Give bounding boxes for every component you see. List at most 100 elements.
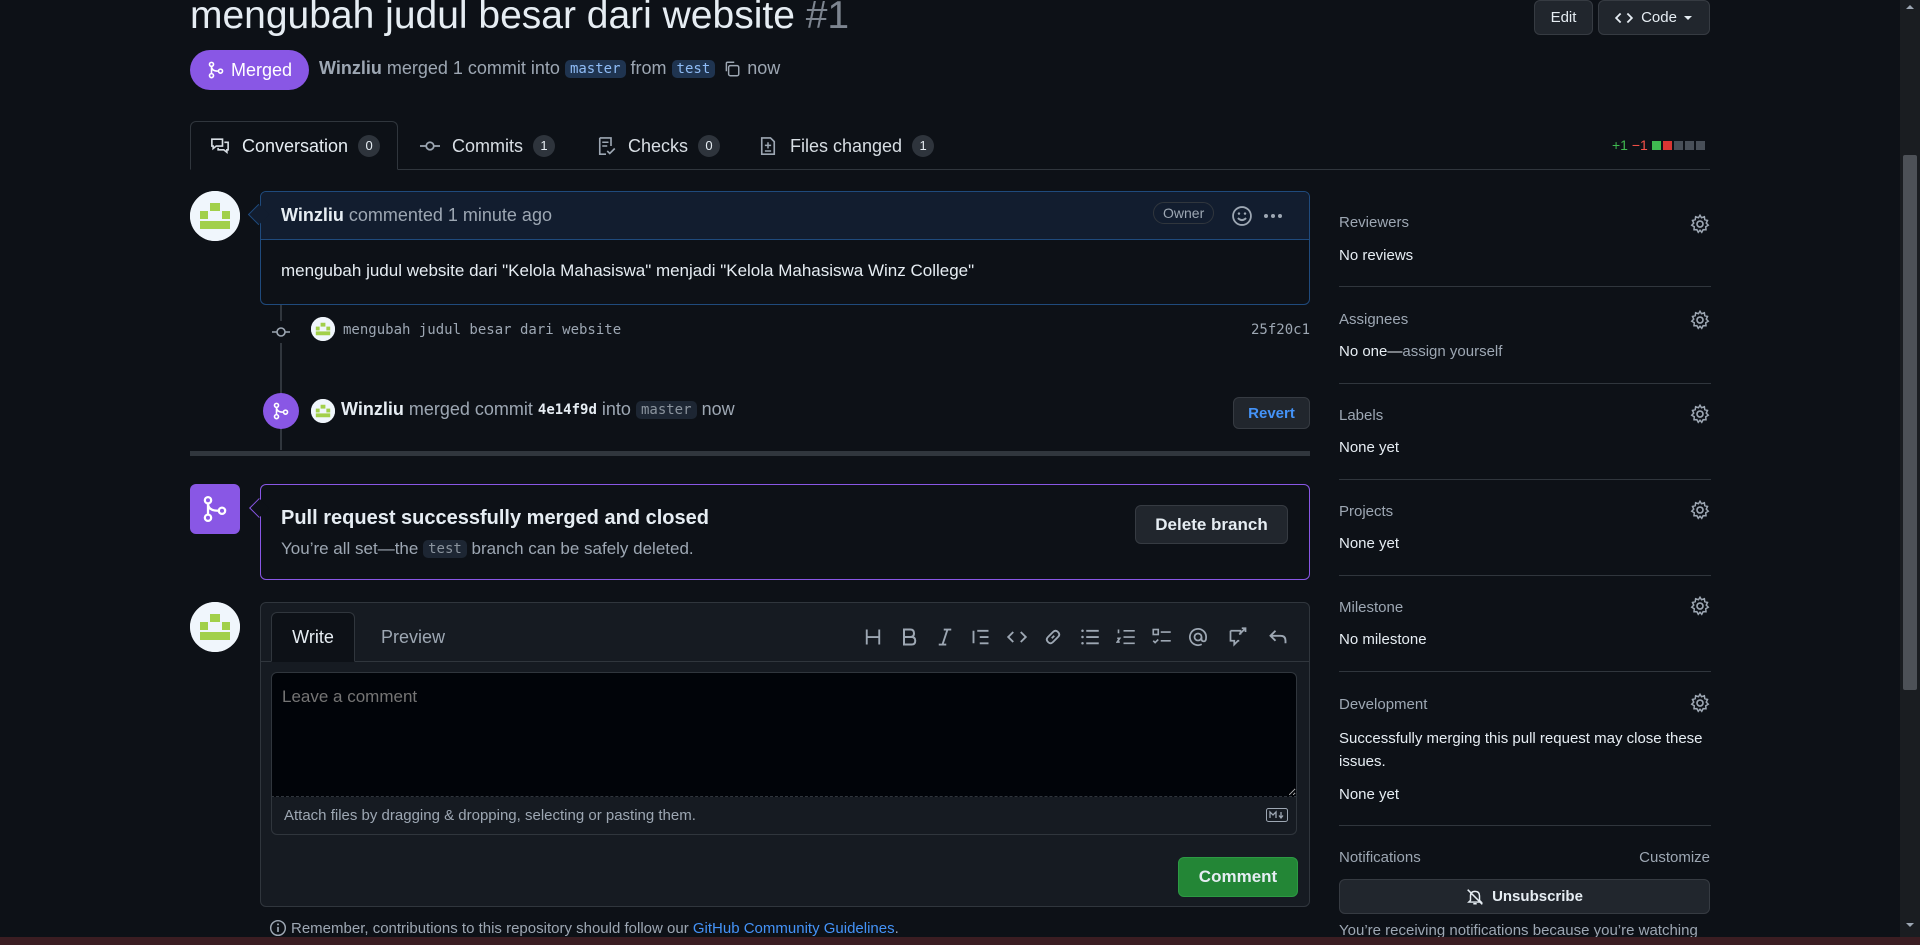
scrollbar-thumb[interactable]	[1903, 155, 1917, 690]
comment-author[interactable]: Winzliu	[281, 205, 344, 225]
editor-header-line	[261, 661, 1309, 662]
tab-files-changed[interactable]: Files changed 1	[758, 122, 935, 170]
unsubscribe-button[interactable]: Unsubscribe	[1339, 879, 1710, 914]
gear-icon[interactable]	[1690, 214, 1710, 234]
italic-icon[interactable]	[934, 626, 956, 648]
guidelines-link[interactable]: GitHub Community Guidelines	[693, 920, 895, 937]
deleted-branch[interactable]: test	[423, 540, 467, 558]
sidebar-development-value: None yet	[1339, 786, 1400, 803]
page-title: mengubah judul besar dari website	[190, 0, 795, 37]
author-link[interactable]: Winzliu	[319, 58, 382, 79]
counter-badge: 0	[358, 135, 381, 157]
pr-title-row: mengubah judul besar dari website #1	[190, 0, 849, 38]
gear-icon[interactable]	[1690, 404, 1710, 424]
file-diff-icon	[760, 137, 776, 155]
copy-icon[interactable]	[723, 60, 741, 78]
sidebar-milestone-title[interactable]: Milestone	[1339, 599, 1403, 616]
sidebar-labels-title[interactable]: Labels	[1339, 407, 1383, 424]
deletions-count: −1	[1631, 137, 1648, 153]
smiley-icon[interactable]	[1231, 205, 1253, 227]
cross-reference-icon[interactable]	[1227, 626, 1249, 648]
gear-icon[interactable]	[1690, 310, 1710, 330]
attach-hint: Attach files by dragging & dropping, sel…	[284, 807, 696, 824]
merge-branch[interactable]: master	[635, 400, 697, 419]
edit-button[interactable]: Edit	[1534, 0, 1593, 35]
scroll-down-icon[interactable]	[1904, 920, 1916, 930]
comment-action[interactable]: commented 1 minute ago	[349, 205, 552, 225]
sidebar-divider	[1339, 479, 1711, 480]
merge-icon	[208, 61, 224, 79]
tab-conversation-content[interactable]: Conversation 0	[210, 122, 381, 170]
tab-commits[interactable]: Commits 1	[420, 122, 555, 170]
state-badge: Merged	[190, 50, 309, 90]
owner-badge: Owner	[1153, 202, 1215, 224]
customize-link[interactable]: Customize	[1639, 849, 1710, 866]
markdown-icon[interactable]	[1266, 808, 1288, 822]
avatar[interactable]	[311, 399, 335, 423]
base-branch[interactable]: master	[564, 59, 626, 78]
assign-yourself-link[interactable]: assign yourself	[1402, 343, 1502, 360]
conversation-icon	[211, 138, 229, 154]
code-button[interactable]: Code	[1598, 0, 1710, 35]
ordered-list-icon[interactable]	[1115, 626, 1137, 648]
link-icon[interactable]	[1042, 626, 1064, 648]
gear-icon[interactable]	[1690, 500, 1710, 520]
merged-desc: You’re all set—the test branch can be sa…	[281, 539, 694, 558]
merge-icon	[203, 495, 227, 523]
comment-box: Winzliu commented 1 minute ago Owner men…	[260, 191, 1310, 305]
quote-icon[interactable]	[970, 626, 992, 648]
heading-icon[interactable]	[862, 626, 884, 648]
revert-button[interactable]: Revert	[1233, 397, 1310, 429]
scroll-up-icon[interactable]	[1904, 2, 1916, 12]
timeline-end-bar	[190, 451, 1310, 456]
diffstat: +1 −1	[1612, 137, 1705, 153]
comment-submit-button[interactable]: Comment	[1178, 857, 1298, 897]
unordered-list-icon[interactable]	[1079, 626, 1101, 648]
tab-preview[interactable]: Preview	[381, 627, 445, 648]
avatar[interactable]	[311, 317, 335, 341]
checklist-icon	[598, 137, 616, 155]
tab-border-line	[190, 169, 1710, 170]
comment-header: Winzliu commented 1 minute ago Owner	[261, 192, 1309, 240]
sidebar-divider	[1339, 286, 1711, 287]
commit-icon	[420, 141, 440, 151]
avatar[interactable]	[190, 191, 240, 241]
counter-badge: 1	[912, 135, 935, 157]
kebab-icon[interactable]	[1261, 205, 1285, 227]
counter-badge: 1	[533, 135, 555, 157]
info-icon	[269, 919, 287, 937]
reply-icon[interactable]	[1267, 626, 1289, 648]
merge-event-text: Winzliu merged commit 4e14f9d into maste…	[341, 399, 735, 420]
avatar[interactable]	[190, 602, 240, 652]
commit-sha[interactable]: 25f20c1	[1251, 322, 1310, 338]
sidebar-divider	[1339, 671, 1711, 672]
tab-checks[interactable]: Checks 0	[596, 122, 721, 170]
merge-event-badge	[263, 393, 299, 429]
head-branch[interactable]: test	[671, 59, 716, 78]
commit-icon	[270, 321, 292, 343]
sidebar-reviewers-title[interactable]: Reviewers	[1339, 214, 1409, 231]
tab-write[interactable]: Write	[271, 612, 355, 662]
guidelines-note: Remember, contributions to this reposito…	[269, 919, 899, 937]
mention-icon[interactable]	[1187, 626, 1209, 648]
comment-textarea[interactable]	[271, 672, 1297, 797]
sidebar-divider	[1339, 383, 1711, 384]
sidebar-development-title[interactable]: Development	[1339, 696, 1427, 713]
gear-icon[interactable]	[1690, 693, 1710, 713]
attach-bar[interactable]: Attach files by dragging & dropping, sel…	[271, 797, 1297, 835]
bold-icon[interactable]	[898, 626, 920, 648]
gear-icon[interactable]	[1690, 596, 1710, 616]
sidebar-projects-title[interactable]: Projects	[1339, 503, 1393, 520]
delete-branch-button[interactable]: Delete branch	[1135, 505, 1288, 544]
merge-author[interactable]: Winzliu	[341, 399, 404, 420]
task-list-icon[interactable]	[1151, 626, 1173, 648]
pr-number: #1	[805, 0, 850, 37]
merge-sha[interactable]: 4e14f9d	[538, 402, 597, 418]
merge-icon	[273, 402, 289, 420]
code-icon[interactable]	[1006, 626, 1028, 648]
merged-title: Pull request successfully merged and clo…	[281, 507, 709, 529]
sidebar-assignees-title[interactable]: Assignees	[1339, 311, 1408, 328]
additions-count: +1	[1612, 137, 1628, 153]
sidebar-divider	[1339, 825, 1711, 826]
commit-message[interactable]: mengubah judul besar dari website	[343, 322, 621, 338]
